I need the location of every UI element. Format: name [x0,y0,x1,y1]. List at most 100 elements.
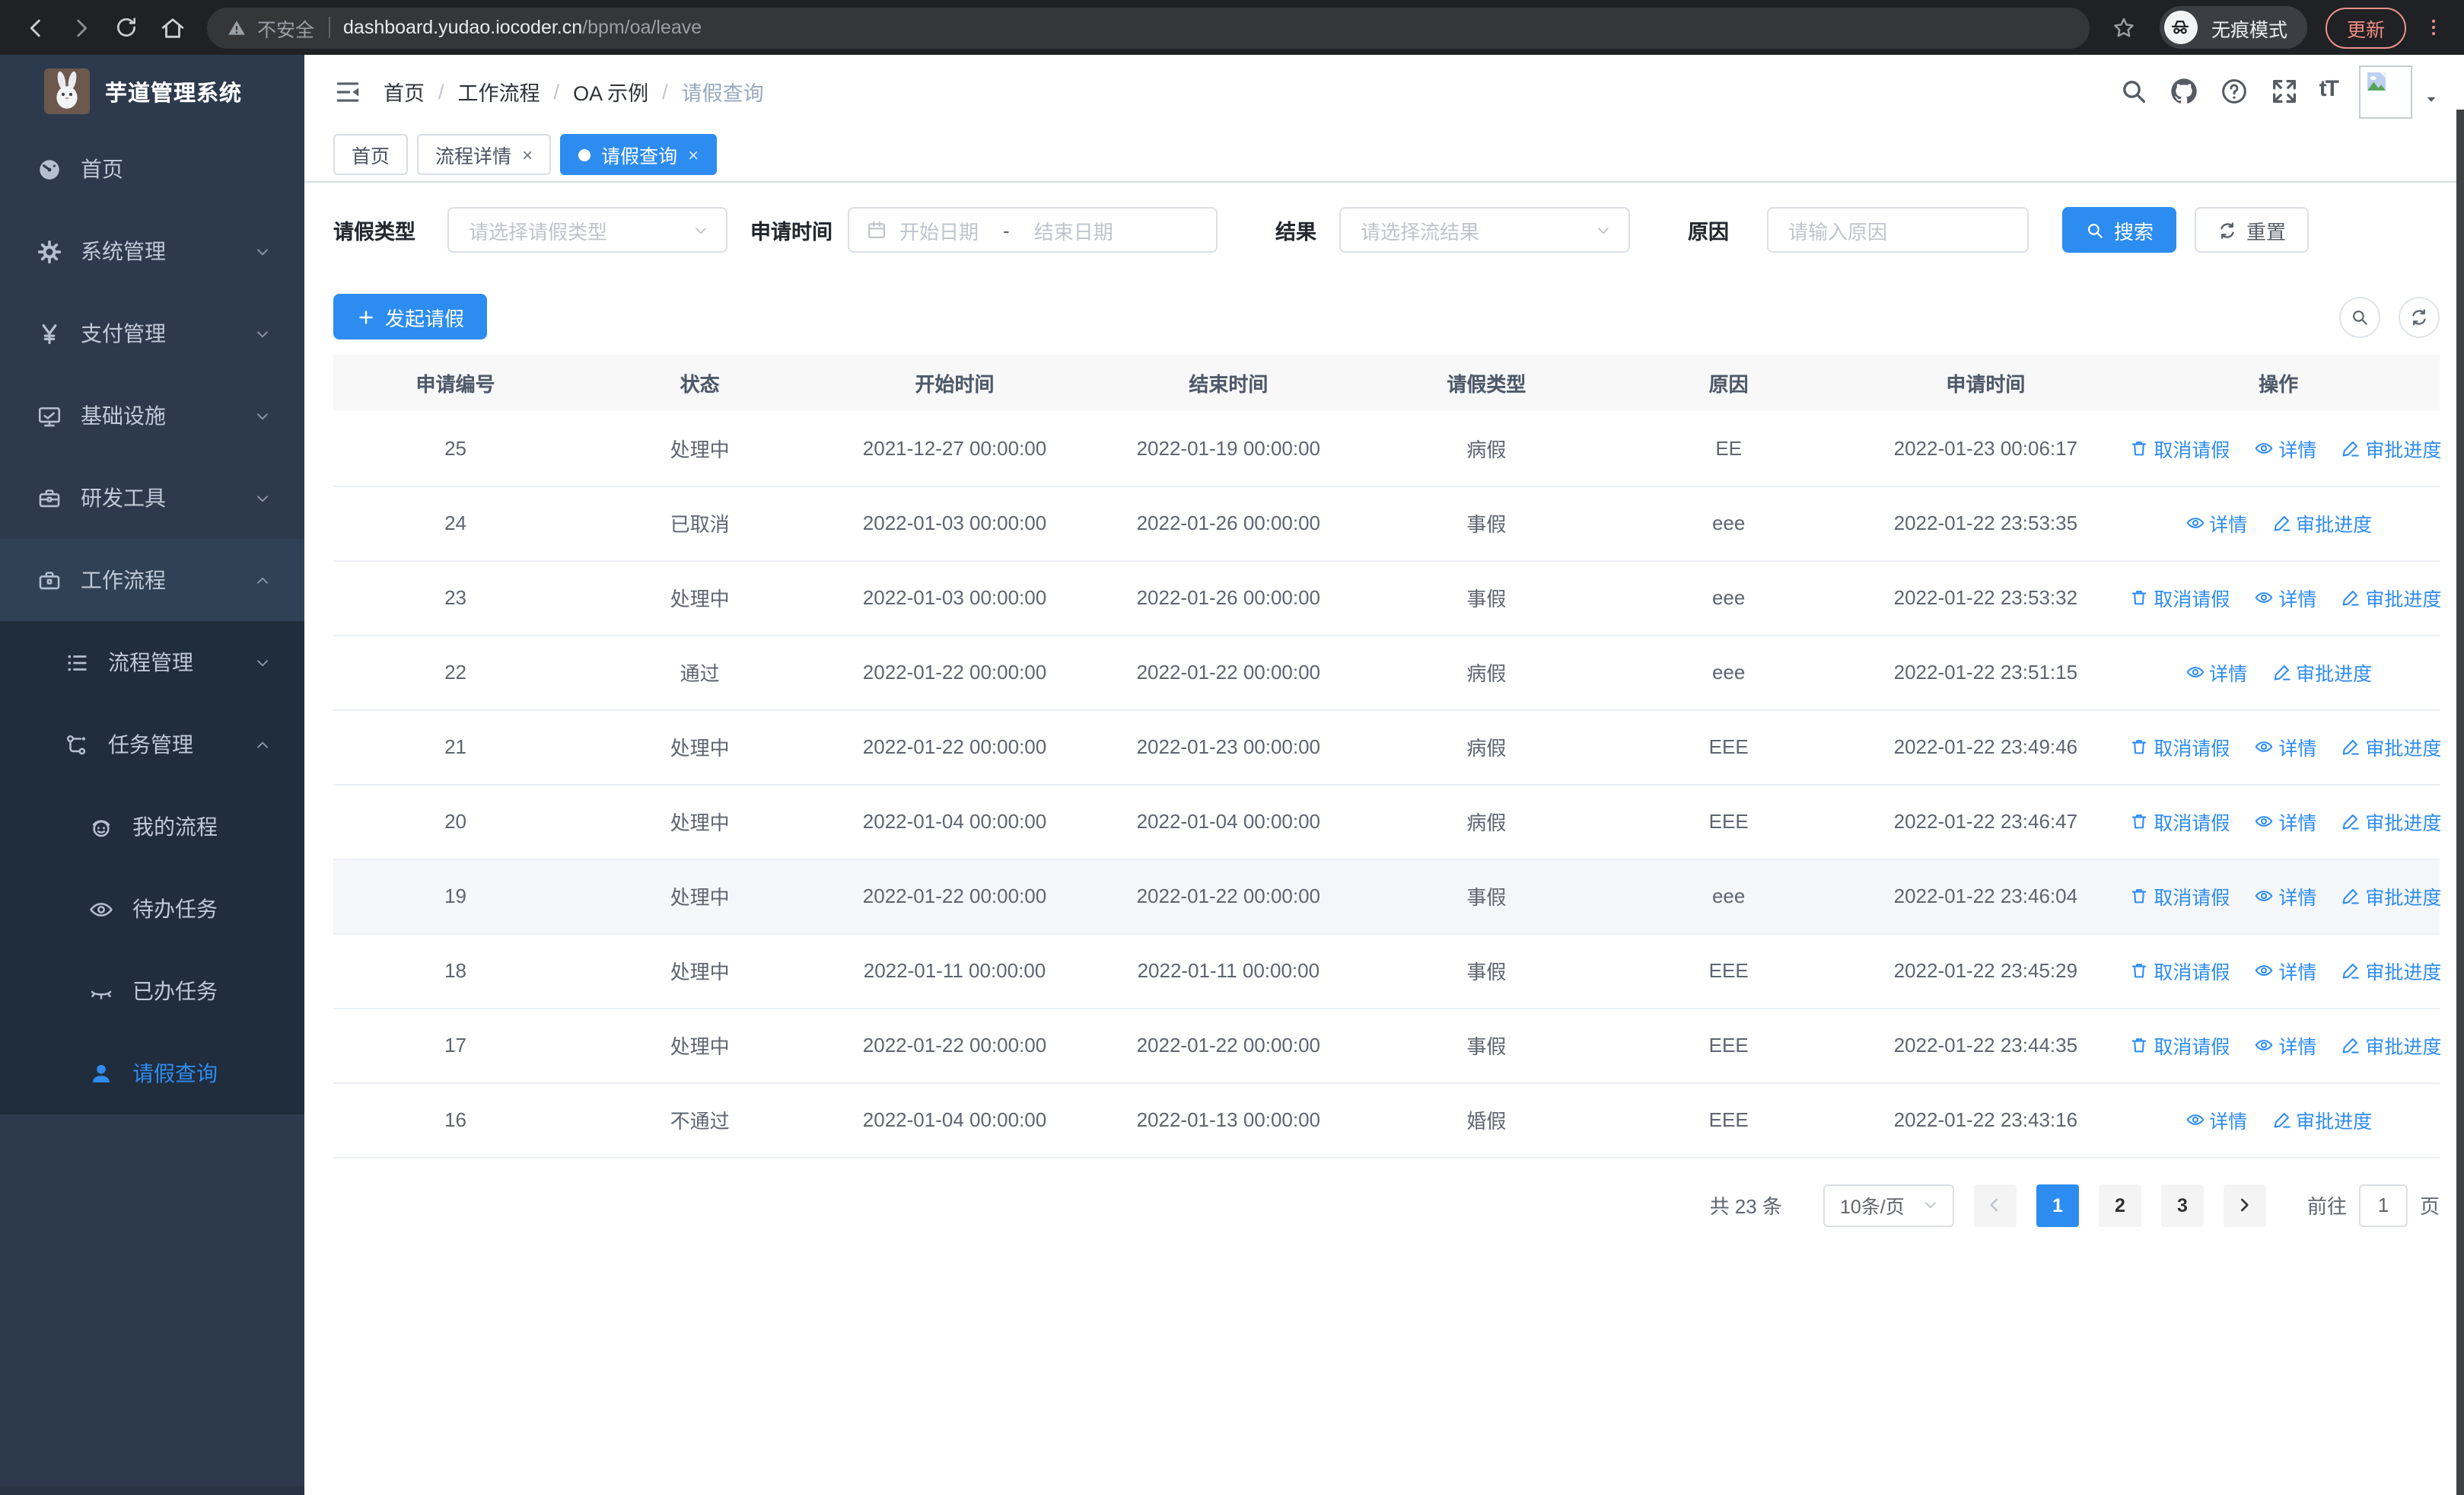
cell-start-time: 2022-01-11 00:00:00 [822,933,1087,1009]
font-size-icon[interactable]: tT [2319,76,2339,107]
create-leave-button[interactable]: 发起请假 [333,294,488,339]
bookmark-star-button[interactable] [2105,8,2144,47]
address-bar[interactable]: 不安全 dashboard.yudao.iocoder.cn/bpm/oa/le… [207,7,2090,48]
search-button[interactable]: 搜索 [2062,207,2177,253]
gear-icon [37,238,62,264]
close-icon[interactable]: × [688,144,699,165]
leave-type-select[interactable]: 请选择请假类型 [447,207,727,253]
next-page-button[interactable] [2223,1184,2266,1226]
sidebar-item-infra[interactable]: 基础设施 [0,375,304,457]
breadcrumb-separator: / [662,80,668,103]
table-row[interactable]: 23 处理中 2022-01-03 00:00:00 2022-01-26 00:00… [333,560,2441,636]
sidebar-item-task-mgmt[interactable]: 任务管理 [0,703,304,786]
page-scrollbar[interactable] [2456,110,2464,1495]
action-cancel-leave[interactable]: 取消请假 [2129,881,2230,910]
action-detail[interactable]: 详情 [2254,807,2316,836]
tab-process-detail[interactable]: 流程详情 × [417,134,552,175]
fullscreen-icon[interactable] [2269,76,2300,107]
action-detail[interactable]: 详情 [2185,508,2247,537]
table-search-toggle-button[interactable] [2339,296,2380,337]
sidebar-item-done-tasks[interactable]: 已办任务 [0,950,304,1032]
security-label[interactable]: 不安全 [257,13,314,42]
breadcrumb-item: 请假查询 [681,82,764,105]
sidebar-item-my-process[interactable]: 我的流程 [0,786,304,868]
table-row[interactable]: 20 处理中 2022-01-04 00:00:00 2022-01-04 00:00… [333,784,2441,859]
apply-time-range-input[interactable]: 开始日期 - 结束日期 [848,207,1218,253]
action-detail[interactable]: 详情 [2254,583,2316,612]
action-cancel-leave[interactable]: 取消请假 [2129,956,2230,985]
page-button-3[interactable]: 3 [2160,1184,2204,1226]
browser-back-button[interactable] [15,8,55,47]
browser-forward-button[interactable] [61,8,100,47]
tab-leave-query[interactable]: 请假查询 × [560,134,718,175]
action-approval-progress[interactable]: 审批进度 [2341,732,2441,761]
goto-page-input[interactable]: 1 [2358,1184,2408,1226]
table-row[interactable]: 18 处理中 2022-01-11 00:00:00 2022-01-11 00:00… [333,933,2441,1009]
table-row[interactable]: 22 通过 2022-01-22 00:00:00 2022-01-22 00:00:… [333,635,2440,710]
action-cancel-leave[interactable]: 取消请假 [2129,807,2230,836]
prev-page-button[interactable] [1973,1184,2017,1226]
action-cancel-leave[interactable]: 取消请假 [2129,434,2230,463]
table-row[interactable]: 16 不通过 2022-01-04 00:00:00 2022-01-13 00:00… [333,1082,2440,1158]
browser-menu-button[interactable] [2418,8,2449,47]
browser-reload-button[interactable] [107,8,146,47]
leave-type-label: 请假类型 [333,221,415,244]
url-host: dashboard.yudao.iocoder.cn [343,17,583,38]
action-approval-progress[interactable]: 审批进度 [2341,434,2441,463]
action-detail[interactable]: 详情 [2254,956,2316,985]
action-approval-progress[interactable]: 审批进度 [2341,1031,2441,1060]
page-size-select[interactable]: 10条/页 [1823,1184,1954,1226]
table-row[interactable]: 24 已取消 2022-01-03 00:00:00 2022-01-26 00:00… [333,486,2440,561]
sidebar-item-todo-tasks[interactable]: 待办任务 [0,868,304,950]
sidebar-item-devtools[interactable]: 研发工具 [0,457,304,539]
sidebar-item-payment[interactable]: 支付管理 [0,292,304,375]
action-approval-progress[interactable]: 审批进度 [2271,508,2372,537]
reset-button[interactable]: 重置 [2195,207,2310,253]
action-approval-progress[interactable]: 审批进度 [2341,881,2441,910]
user-avatar[interactable] [2359,65,2412,118]
tab-home[interactable]: 首页 [333,134,409,175]
table-row[interactable]: 21 处理中 2022-01-22 00:00:00 2022-01-23 00:00… [333,709,2441,785]
table-row[interactable]: 25 处理中 2021-12-27 00:00:00 2022-01-19 00:00… [333,411,2441,486]
breadcrumb-item[interactable]: 首页 [384,76,425,107]
action-detail[interactable]: 详情 [2185,658,2247,687]
result-select[interactable]: 请选择流结果 [1339,207,1630,253]
browser-update-button[interactable]: 更新 [2325,7,2406,48]
action-approval-progress[interactable]: 审批进度 [2341,956,2441,985]
table-refresh-button[interactable] [2399,296,2440,337]
help-icon[interactable] [2219,76,2249,107]
action-detail[interactable]: 详情 [2185,1105,2247,1134]
action-cancel-leave[interactable]: 取消请假 [2129,1031,2230,1060]
github-icon[interactable] [2169,76,2199,107]
sidebar-item-system[interactable]: 系统管理 [0,210,304,292]
browser-home-button[interactable] [152,8,192,47]
reason-input[interactable]: 请输入原因 [1767,207,2029,253]
action-detail[interactable]: 详情 [2254,732,2316,761]
header-search-icon[interactable] [2119,76,2149,107]
sidebar-item-workflow[interactable]: 工作流程 [0,539,304,621]
table-row[interactable]: 19 处理中 2022-01-22 00:00:00 2022-01-22 00:00… [333,859,2441,934]
action-cancel-leave[interactable]: 取消请假 [2129,732,2230,761]
action-approval-progress[interactable]: 审批进度 [2341,807,2441,836]
action-approval-progress[interactable]: 审批进度 [2271,1105,2372,1134]
action-cancel-leave[interactable]: 取消请假 [2129,583,2230,612]
sidebar-item-process-mgmt[interactable]: 流程管理 [0,621,304,703]
app-logo-row[interactable]: 芋道管理系统 [0,55,304,128]
action-detail[interactable]: 详情 [2254,434,2316,463]
page-button-1[interactable]: 1 [2036,1184,2079,1226]
page-button-2[interactable]: 2 [2098,1184,2141,1226]
avatar-caret-icon[interactable] [2423,91,2440,107]
breadcrumb-item[interactable]: OA 示例 [573,76,648,107]
action-approval-progress[interactable]: 审批进度 [2341,583,2441,612]
table-row[interactable]: 17 处理中 2022-01-22 00:00:00 2022-01-22 00:00… [333,1008,2441,1083]
cell-start-time: 2022-01-22 00:00:00 [822,635,1087,710]
sidebar-item-leave-query[interactable]: 请假查询 [0,1032,304,1114]
close-icon[interactable]: × [522,144,533,165]
sidebar-item-home[interactable]: 首页 [0,128,304,210]
breadcrumb-item[interactable]: 工作流程 [458,76,540,107]
action-approval-progress[interactable]: 审批进度 [2271,658,2372,687]
security-warning-icon[interactable] [227,18,247,37]
action-detail[interactable]: 详情 [2254,1031,2316,1060]
action-detail[interactable]: 详情 [2254,881,2316,910]
sidebar-collapse-button[interactable] [333,77,362,106]
